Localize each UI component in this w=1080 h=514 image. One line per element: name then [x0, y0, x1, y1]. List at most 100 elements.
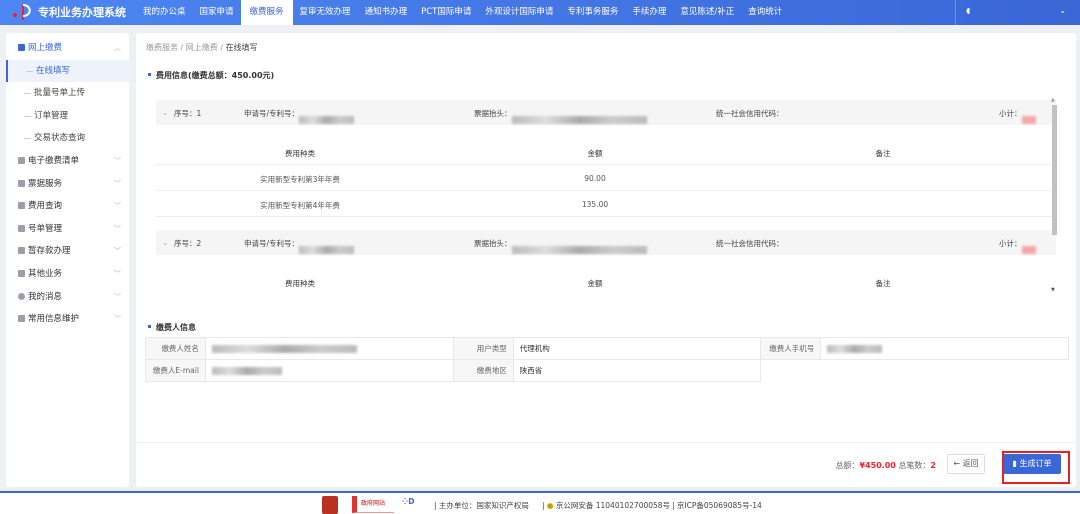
business-icon	[18, 269, 25, 277]
scroll-down-icon[interactable]: ▼	[1051, 287, 1055, 293]
sidebar-item-label: 电子缴费清单	[28, 155, 80, 166]
fee-group-header[interactable]: ⌄ 序号：1 申请号/专利号： 票据抬头： 统一社会信用代码： 小计：	[156, 100, 1056, 125]
payer-email-value	[204, 359, 454, 382]
chevron-down-icon: ⌄	[1059, 6, 1066, 15]
order-action-bar: 总额：¥450.00 总笔数：2 ← 返回 ▮ 生成订单	[136, 442, 1076, 487]
chevron-down-icon: ﹀	[114, 315, 121, 324]
subtotal: 小计：	[999, 108, 1036, 124]
fee-type: 实用新型专利第4年年费	[260, 201, 340, 210]
sidebar-item-info-maintenance[interactable]: 常用信息维护 ﹀	[6, 308, 129, 331]
nav-item[interactable]: 复审无效办理	[293, 0, 358, 25]
gov-site-logo[interactable]: 政府网站	[352, 496, 394, 513]
wallet-icon	[18, 44, 25, 51]
order-summary: 总额：¥450.00 总笔数：2	[835, 460, 936, 471]
redacted-value	[211, 367, 282, 375]
sidebar-item-other-business[interactable]: 其他业务 ﹀	[6, 263, 129, 286]
sidebar-item-label: 网上缴费	[28, 43, 63, 53]
empty-cell	[760, 359, 1069, 382]
user-icon: ◖	[966, 6, 971, 15]
table-header: 费用种类 金额 备注	[156, 139, 1056, 165]
sidebar-subitem-online-fill[interactable]: 在线填写	[6, 59, 129, 83]
column-header: 金额	[587, 149, 603, 158]
breadcrumb-item[interactable]: 缴费服务	[146, 43, 178, 52]
sidebar-item-my-messages[interactable]: 我的消息 ﹀	[6, 286, 129, 309]
sidebar-item-invoice-service[interactable]: 票据服务 ﹀	[6, 173, 129, 196]
column-header: 备注	[875, 149, 891, 158]
app-title: 专利业务办理系统	[38, 6, 126, 19]
nav-item[interactable]: 外观设计国际申请	[478, 0, 560, 25]
credit-code-label: 统一社会信用代码：	[716, 109, 784, 118]
subtotal: 小计：	[999, 238, 1036, 254]
top-header: 专利业务办理系统 我的办公桌 国家申请 缴费服务 复审无效办理 通知书办理 PC…	[0, 0, 1080, 25]
nav-item[interactable]: 查询统计	[741, 0, 789, 25]
fee-group-header[interactable]: ⌄ 序号：2 申请号/专利号： 票据抬头： 统一社会信用代码： 小计：	[156, 230, 1056, 255]
payer-name-value	[204, 337, 454, 360]
breadcrumb-current: 在线填写	[225, 43, 258, 52]
sidebar-item-e-payment-list[interactable]: 电子缴费清单 ﹀	[6, 150, 129, 173]
scroll-up-icon[interactable]: ▲	[1051, 97, 1055, 103]
invoice-title: 票据抬头：	[474, 238, 647, 254]
police-badge-icon: ●	[546, 501, 554, 510]
nav-item[interactable]: 专利事务服务	[560, 0, 625, 25]
table-row: 实用新型专利第3年年费 90.00	[156, 165, 1056, 191]
document-icon	[18, 224, 25, 232]
sidebar-subitem-batch-upload[interactable]: 批量号单上传	[6, 82, 129, 105]
total-count: 2	[930, 461, 936, 470]
sidebar-item-online-payment[interactable]: 网上缴费 ︿	[6, 37, 129, 60]
redacted-value	[211, 345, 357, 353]
breadcrumb-item[interactable]: 网上缴费	[186, 43, 218, 52]
nav-item[interactable]: 手续办理	[625, 0, 673, 25]
sidebar-item-number-management[interactable]: 号单管理 ﹀	[6, 218, 129, 241]
nav-item[interactable]: 国家申请	[193, 0, 241, 25]
org-text: 主办单位：国家知识产权局	[438, 501, 529, 510]
sidebar: 网上缴费 ︿ 在线填写 批量号单上传 订单管理 交易状态查询 电子缴费清单 ﹀ 票据…	[6, 33, 129, 487]
app-no: 申请号/专利号：	[244, 238, 355, 254]
nav-item[interactable]: PCT国际申请	[414, 0, 478, 25]
scrollbar-thumb[interactable]	[1052, 105, 1057, 235]
sidebar-item-fee-query[interactable]: 费用查询 ﹀	[6, 195, 129, 218]
user-type-value: 代理机构	[512, 337, 762, 360]
chevron-down-icon: ﹀	[114, 179, 121, 188]
nav-item[interactable]: 通知书办理	[358, 0, 415, 25]
redacted-value	[1021, 246, 1036, 254]
footer-police[interactable]: | ● 京公网安备 11040102700058号	[542, 500, 670, 511]
sidebar-subitem-order-management[interactable]: 订单管理	[6, 105, 129, 128]
subtotal-label: 小计：	[999, 109, 1022, 118]
chevron-down-icon: ﹀	[114, 247, 121, 256]
redacted-value	[511, 116, 647, 124]
fee-type: 实用新型专利第3年年费	[260, 175, 340, 184]
logo-icon	[13, 4, 31, 20]
invoice-title: 票据抬头：	[474, 108, 647, 124]
table-header: 费用种类 金额 备注	[156, 269, 1056, 292]
main-nav: 我的办公桌 国家申请 缴费服务 复审无效办理 通知书办理 PCT国际申请 外观设…	[136, 0, 789, 25]
sidebar-item-deposit[interactable]: 暂存款办理 ﹀	[6, 240, 129, 263]
chevron-up-icon: ︿	[114, 44, 121, 52]
user-menu[interactable]: ◖ ⌄	[955, 0, 1080, 25]
chevron-down-icon: ﹀	[114, 156, 121, 165]
redacted-value	[299, 116, 355, 124]
fee-amount: 135.00	[581, 200, 609, 209]
settings-icon	[18, 315, 25, 323]
payer-email-label: 缴费人E-mail	[145, 359, 206, 382]
sidebar-subitem-transaction-status[interactable]: 交易状态查询	[6, 127, 129, 150]
back-button[interactable]: ← 返回	[947, 454, 985, 474]
nav-item[interactable]: 我的办公桌	[136, 0, 193, 25]
message-icon	[18, 292, 25, 300]
nav-item-active[interactable]: 缴费服务	[240, 0, 293, 25]
footer-icp[interactable]: | 京ICP备05069085号-14	[672, 500, 762, 511]
sidebar-item-label: 费用查询	[28, 201, 63, 212]
sidebar-item-label: 常用信息维护	[28, 314, 80, 325]
payer-phone-value	[820, 337, 1069, 360]
app-no-label: 申请号/专利号：	[244, 239, 300, 248]
highlight-box	[1002, 451, 1070, 484]
app-no-label: 申请号/专利号：	[244, 109, 300, 118]
total-label: 总额：	[835, 461, 860, 470]
nav-item[interactable]: 意见陈述/补正	[673, 0, 741, 25]
app-logo[interactable]: 专利业务办理系统	[10, 3, 126, 21]
invoice-icon	[18, 179, 25, 187]
region-label: 缴费地区	[452, 359, 514, 382]
fee-groups-list[interactable]: ⌄ 序号：1 申请号/专利号： 票据抬头： 统一社会信用代码： 小计： 费用种类…	[156, 100, 1056, 292]
scrollbar[interactable]: ▲ ▼	[1051, 97, 1057, 293]
chevron-down-icon: ﹀	[114, 202, 121, 211]
redacted-value	[1021, 116, 1036, 124]
